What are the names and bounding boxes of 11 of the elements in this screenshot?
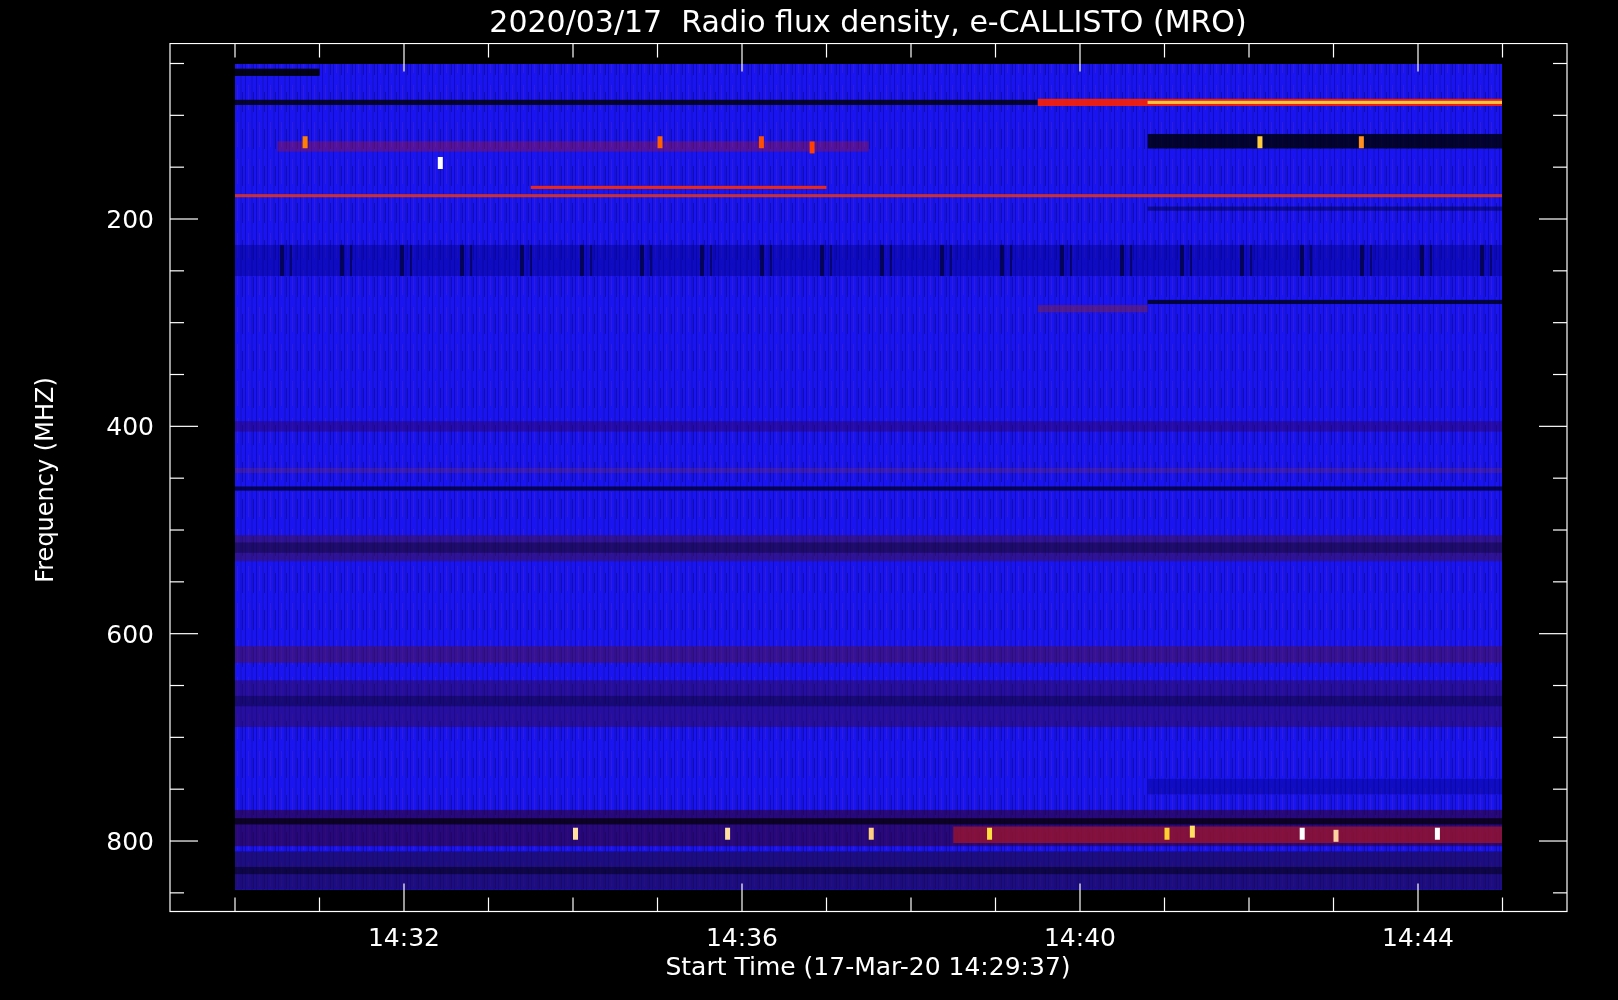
chart-title: 2020/03/17 Radio flux density, e-CALLISTO (MRO) (488, 3, 1248, 41)
y-tick-label: 600 (106, 619, 154, 649)
x-tick-label: 14:32 (368, 923, 440, 952)
x-tick-label: 14:44 (1382, 923, 1454, 952)
x-tick-label: 14:40 (1044, 923, 1116, 952)
y-tick-label: 400 (106, 412, 154, 442)
y-tick-label: 800 (106, 827, 154, 856)
y-axis-title: Frequency (MHZ) (31, 377, 59, 583)
x-tick-label: 14:36 (706, 923, 778, 952)
y-tick-label: 200 (106, 205, 154, 234)
x-axis-title: Start Time (17-Mar-20 14:29:37) (665, 952, 1071, 981)
